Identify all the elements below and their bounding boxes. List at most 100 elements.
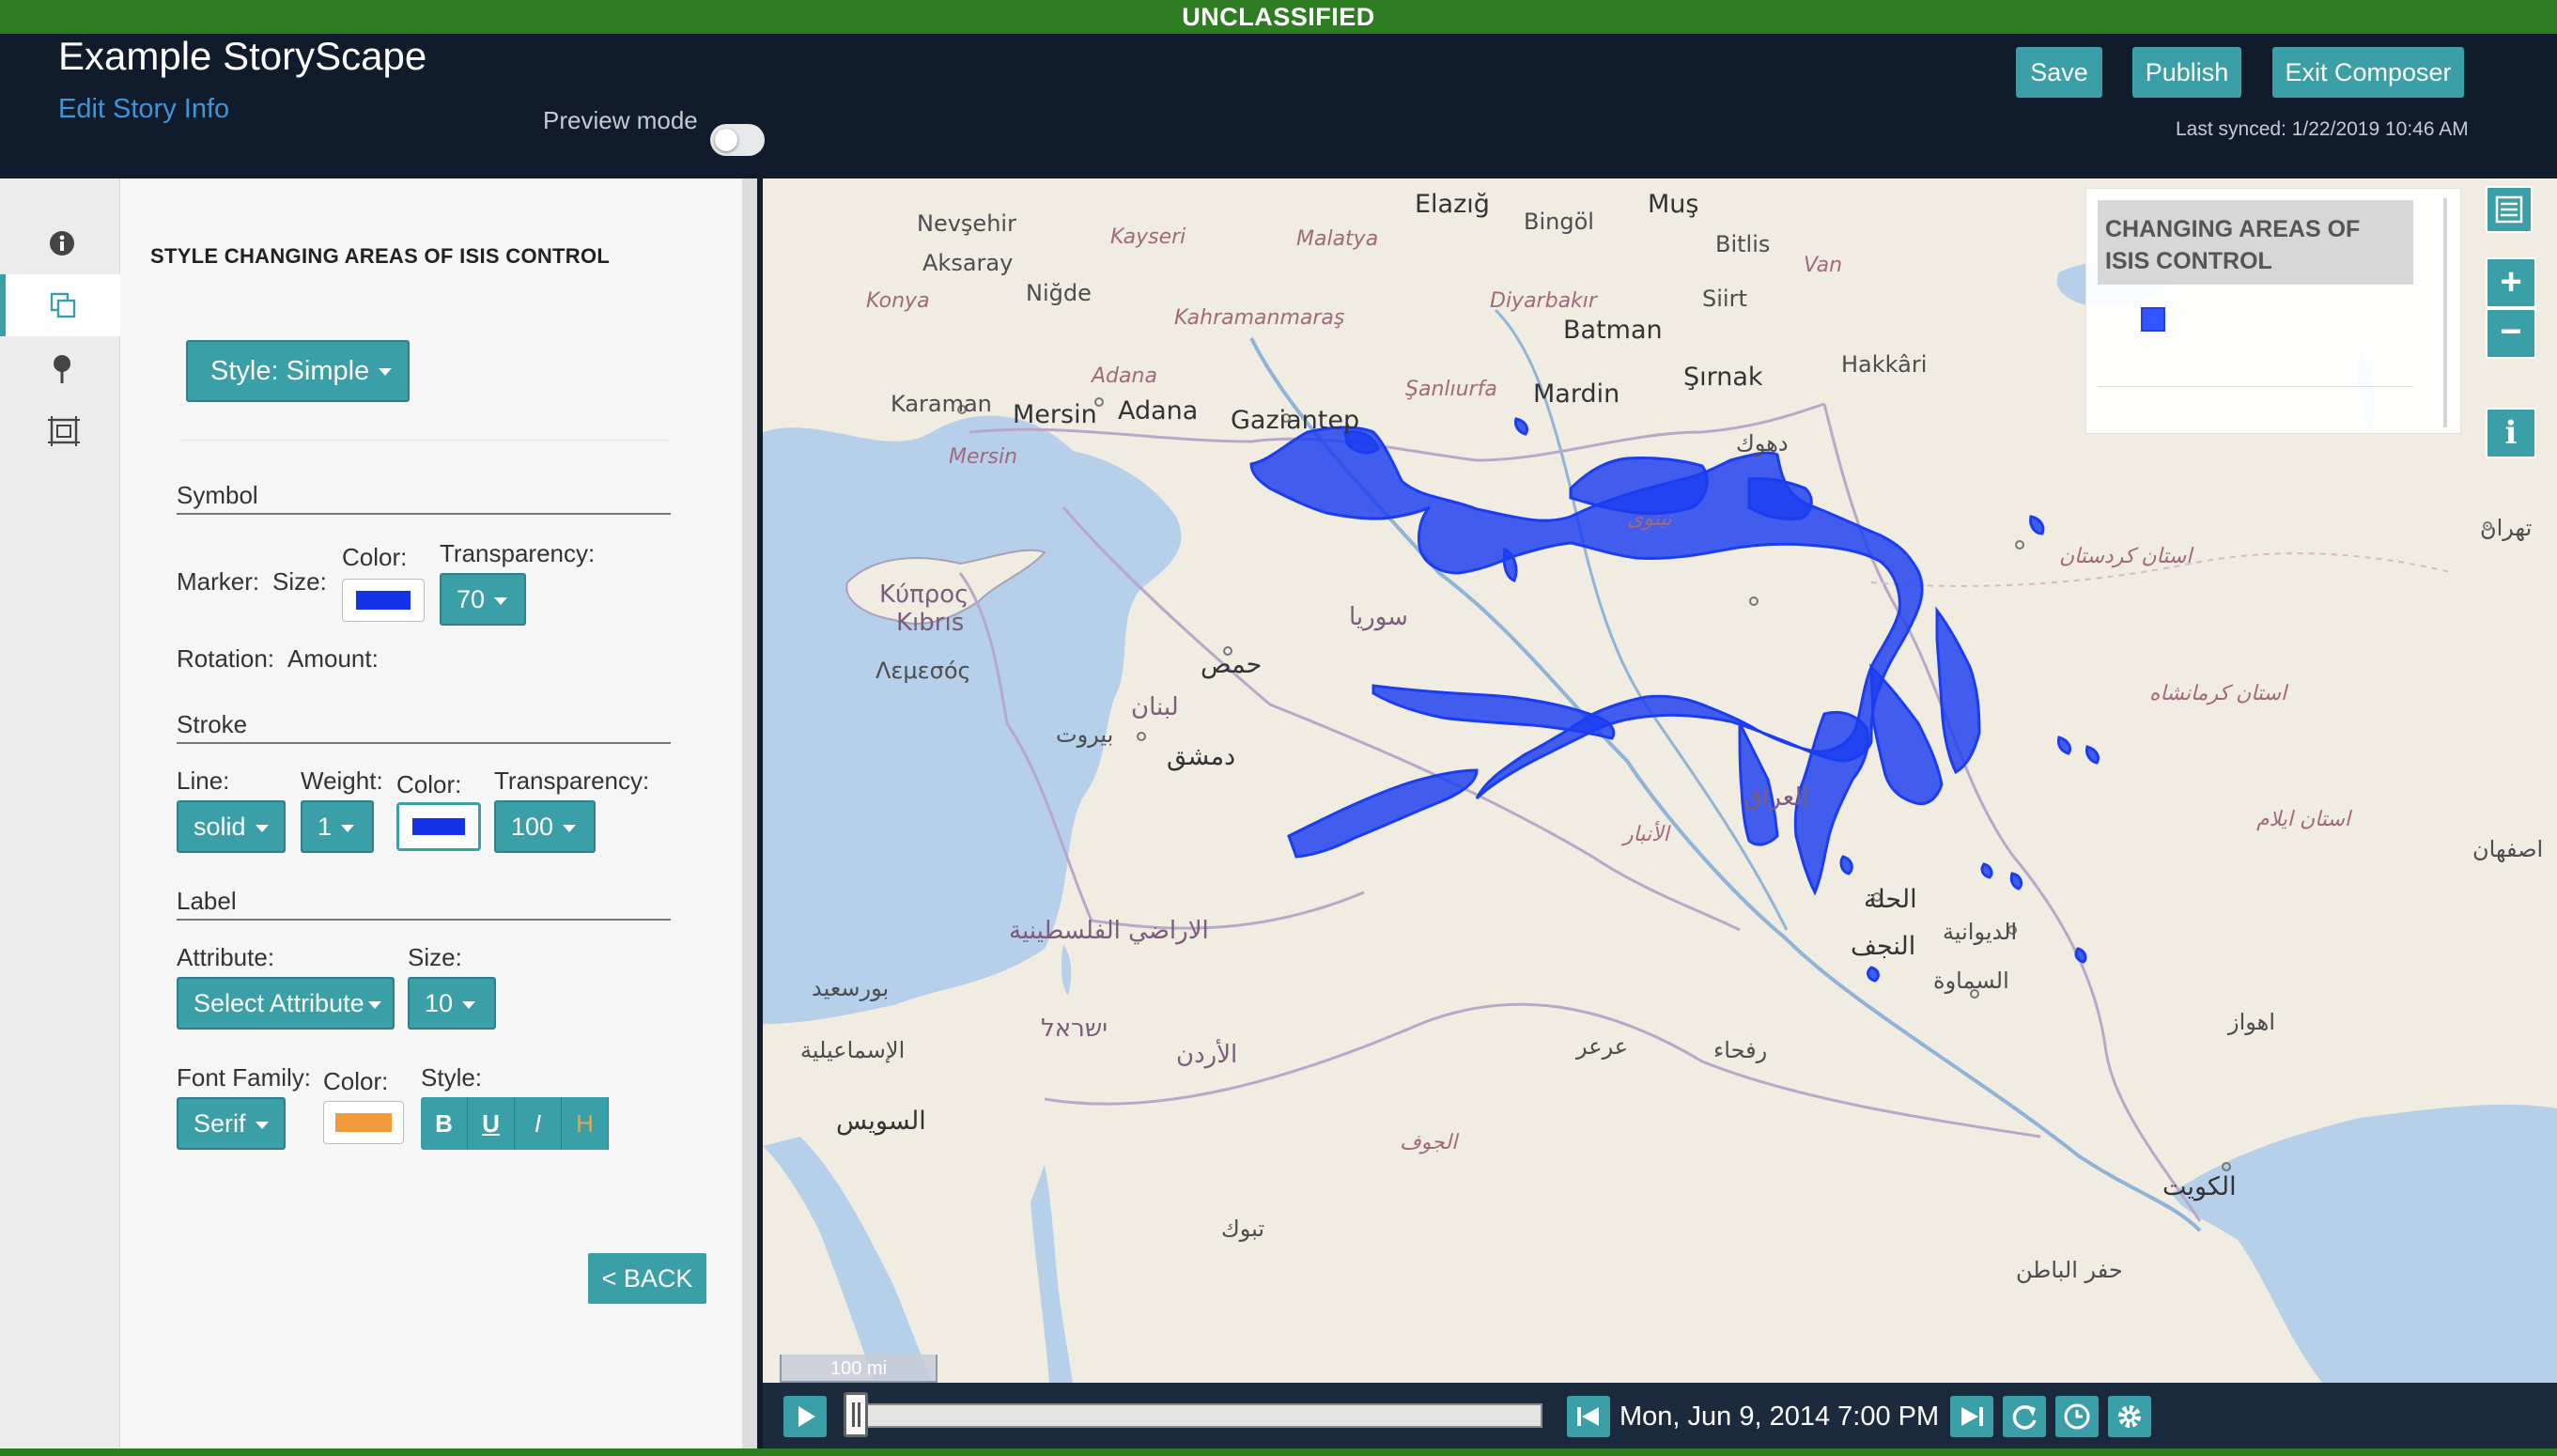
style-type-dropdown[interactable]: Style: Simple xyxy=(186,340,410,402)
map-label: Siirt xyxy=(1702,286,1747,312)
toggle-knob xyxy=(715,129,737,151)
layers-copy-icon xyxy=(50,292,76,318)
stroke-color-picker[interactable] xyxy=(396,802,481,851)
speed-button[interactable] xyxy=(2055,1396,2099,1437)
line-label: Line: xyxy=(177,767,230,795)
layer-list-button[interactable] xyxy=(2486,186,2533,233)
zoom-in-button[interactable]: + xyxy=(2486,257,2536,308)
label-color-label: Color: xyxy=(323,1067,389,1095)
playback-settings-button[interactable] xyxy=(2108,1396,2151,1437)
halo-toggle[interactable]: H xyxy=(562,1097,609,1150)
attribute-label: Attribute: xyxy=(177,943,275,971)
map-label: بورسعيد xyxy=(812,975,890,1001)
exit-composer-button[interactable]: Exit Composer xyxy=(2272,47,2464,98)
map-label: الاراضي الفلسطينية xyxy=(1009,917,1209,945)
symbol-color-picker[interactable] xyxy=(342,579,425,622)
map-label: Κύπρος xyxy=(879,581,969,609)
map-label: الجوف xyxy=(1400,1131,1458,1154)
playback-bar: Mon, Jun 9, 2014 7:00 PM xyxy=(763,1383,2557,1448)
tab-pins[interactable] xyxy=(0,336,120,398)
map-scale-bar: 100 mi xyxy=(780,1355,938,1383)
turkey-border xyxy=(969,402,1825,462)
caret-down-icon xyxy=(255,824,269,832)
weight-value: 1 xyxy=(318,813,333,841)
tab-layers[interactable] xyxy=(0,274,120,336)
tab-info[interactable] xyxy=(0,212,120,274)
map-label: الإسماعيلية xyxy=(800,1037,906,1063)
italic-toggle[interactable]: I xyxy=(515,1097,562,1150)
underline-toggle[interactable]: U xyxy=(468,1097,515,1150)
map-label: Şırnak xyxy=(1683,363,1763,392)
map-label: Mersin xyxy=(1013,400,1097,429)
attribute-dropdown[interactable]: Select Attribute xyxy=(177,977,395,1030)
gear-icon xyxy=(2118,1405,2141,1428)
caret-down-icon xyxy=(367,1000,381,1009)
map-label: Kahramanmaraş xyxy=(1174,306,1345,330)
map-label: Adana xyxy=(1092,364,1157,388)
map-info-button[interactable]: i xyxy=(2486,408,2536,458)
map-label: Elazığ xyxy=(1415,190,1490,219)
loop-button[interactable] xyxy=(2003,1396,2046,1437)
label-color-swatch xyxy=(335,1113,392,1132)
legend-divider xyxy=(2098,386,2413,387)
map-label: Batman xyxy=(1563,316,1663,345)
label-style-label: Style: xyxy=(421,1063,483,1092)
zoom-out-button[interactable]: − xyxy=(2486,308,2536,359)
map-label: Kayseri xyxy=(1110,225,1186,249)
map-label: Gaziantep xyxy=(1231,406,1360,435)
publish-button[interactable]: Publish xyxy=(2132,47,2241,98)
map-label: الأردن xyxy=(1176,1041,1238,1069)
red-sea xyxy=(763,1137,932,1383)
back-button[interactable]: < BACK xyxy=(588,1253,706,1304)
weight-dropdown[interactable]: 1 xyxy=(301,800,374,853)
map-label: استان کردستان xyxy=(2059,545,2193,568)
map-label: Konya xyxy=(866,289,930,313)
line-style-value: solid xyxy=(194,813,246,841)
caret-down-icon xyxy=(255,1121,269,1129)
map-label: سوريا xyxy=(1349,603,1408,631)
stroke-transparency-label: Transparency: xyxy=(494,767,650,795)
map-label: Λεμεσός xyxy=(876,658,971,684)
font-family-dropdown[interactable]: Serif xyxy=(177,1097,286,1150)
stroke-heading: Stroke xyxy=(177,710,248,738)
caret-down-icon xyxy=(462,1000,476,1009)
play-button[interactable] xyxy=(783,1396,827,1437)
symbol-heading: Symbol xyxy=(177,481,258,509)
bold-toggle[interactable]: B xyxy=(421,1097,468,1150)
skip-forward-button[interactable] xyxy=(1950,1396,1993,1437)
composer-tab-strip xyxy=(0,178,120,1456)
label-style-toggles: B U I H xyxy=(421,1097,611,1150)
rotation-label: Rotation: xyxy=(177,644,275,673)
map-label: دهوك xyxy=(1736,430,1789,457)
edit-story-info-link[interactable]: Edit Story Info xyxy=(58,94,229,125)
timeline-slider-handle[interactable] xyxy=(844,1392,868,1437)
label-size-dropdown[interactable]: 10 xyxy=(408,977,496,1030)
map-label: Adana xyxy=(1118,396,1199,426)
label-color-picker[interactable] xyxy=(323,1101,404,1144)
map-label: رفحاء xyxy=(1713,1037,1768,1063)
map-label: استان ایلام xyxy=(2256,808,2351,831)
symbol-color-label: Color: xyxy=(342,543,408,571)
skip-back-button[interactable] xyxy=(1567,1396,1610,1437)
map-label: حمص xyxy=(1201,650,1263,679)
preview-mode-toggle[interactable] xyxy=(710,124,765,156)
map-label: Malatya xyxy=(1296,227,1379,251)
legend-scrollbar[interactable] xyxy=(2443,198,2447,427)
stroke-transparency-dropdown[interactable]: 100 xyxy=(494,800,596,853)
map-label: الأنبار xyxy=(1623,823,1669,846)
isis-control-areas xyxy=(1249,417,2100,983)
skip-forward-icon xyxy=(1961,1407,1983,1426)
amount-label: Amount: xyxy=(287,644,379,673)
font-family-label: Font Family: xyxy=(177,1063,312,1092)
panel-resize-handle[interactable] xyxy=(742,178,757,1456)
last-synced-status: Last synced: 1/22/2019 10:46 AM xyxy=(2176,118,2469,140)
iraq-iran-border xyxy=(1822,403,2202,1222)
timeline-slider[interactable] xyxy=(845,1403,1542,1428)
save-button[interactable]: Save xyxy=(2016,47,2102,98)
panel-title: STYLE CHANGING AREAS OF ISIS CONTROL xyxy=(150,244,611,268)
current-datetime: Mon, Jun 9, 2014 7:00 PM xyxy=(1619,1402,1940,1432)
tab-frames[interactable] xyxy=(0,398,120,460)
symbol-transparency-dropdown[interactable]: 70 xyxy=(440,573,526,626)
line-style-dropdown[interactable]: solid xyxy=(177,800,286,853)
symbol-transparency-value: 70 xyxy=(457,585,486,613)
